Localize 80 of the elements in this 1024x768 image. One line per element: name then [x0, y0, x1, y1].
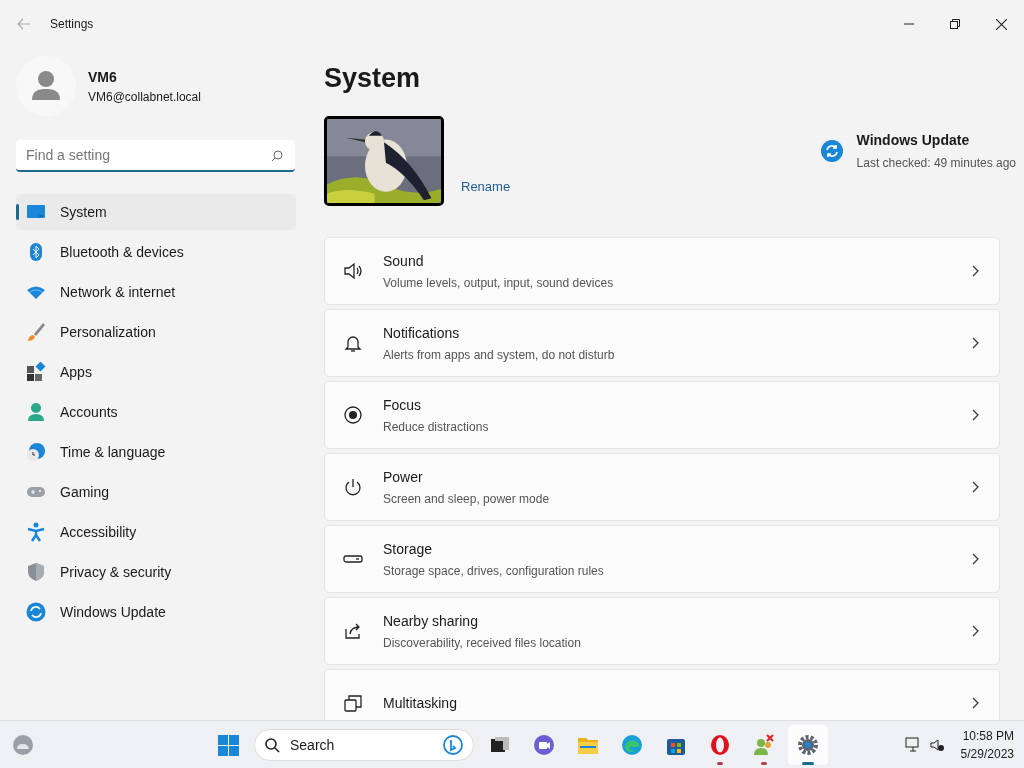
chat-icon — [532, 733, 556, 757]
update-status: Last checked: 49 minutes ago — [856, 155, 1016, 172]
update-title[interactable]: Windows Update — [856, 130, 1016, 151]
setting-description: Screen and sleep, power mode — [383, 490, 551, 508]
settings-card[interactable]: Nearby sharing Discoverability, received files location — [324, 597, 1000, 665]
setting-description: Reduce distractions — [383, 418, 490, 436]
sidebar-item[interactable]: Accessibility — [16, 514, 296, 550]
close-icon — [995, 18, 1007, 30]
taskbar-search[interactable]: Search — [254, 729, 474, 761]
clock-globe-icon — [26, 442, 46, 462]
clock-date[interactable]: 5/29/2023 — [960, 744, 1014, 763]
window-title: Settings — [50, 16, 94, 33]
bing-icon — [443, 735, 463, 755]
chevron-right-icon — [972, 625, 979, 637]
sidebar-item[interactable]: Accounts — [16, 394, 296, 430]
setting-title: Power — [383, 467, 424, 487]
user-email: VM6@collabnet.local — [88, 88, 201, 106]
user-name: VM6 — [88, 67, 118, 87]
sidebar-item[interactable]: Privacy & security — [16, 554, 296, 590]
browser-swirl-icon — [620, 733, 644, 757]
chevron-right-icon — [972, 481, 979, 493]
page-title: System — [324, 62, 422, 95]
shield-icon — [26, 562, 46, 582]
network-icon[interactable] — [904, 736, 921, 753]
sidebar-item[interactable]: Network & internet — [16, 274, 296, 310]
sidebar-item[interactable]: Apps — [16, 354, 296, 390]
setting-title: Storage — [383, 539, 434, 559]
setting-description: Discoverability, received files location — [383, 634, 582, 652]
settings-card[interactable]: Notifications Alerts from apps and system, do not disturb — [324, 309, 1000, 377]
setting-description: Storage space, drives, configuration rules — [383, 562, 605, 580]
weather-icon[interactable] — [11, 732, 35, 757]
windows-logo-icon — [216, 733, 240, 757]
chevron-right-icon — [972, 265, 979, 277]
chevron-right-icon — [972, 553, 979, 565]
chevron-right-icon — [972, 409, 979, 421]
restore-icon — [950, 19, 960, 29]
power-icon — [343, 477, 363, 497]
settings-card[interactable]: Focus Reduce distractions — [324, 381, 1000, 449]
taskbar-app[interactable] — [788, 725, 828, 765]
sidebar-item[interactable]: Windows Update — [16, 594, 296, 630]
search-label: Search — [290, 735, 336, 755]
sync-icon — [26, 602, 46, 622]
settings-card[interactable]: Storage Storage space, drives, configuration rules — [324, 525, 1000, 593]
clock-time[interactable]: 10:58 PM — [962, 726, 1014, 745]
person-icon — [26, 402, 46, 422]
windows-stack-icon — [343, 693, 363, 713]
bell-icon — [343, 333, 363, 353]
setting-title: Focus — [383, 395, 423, 415]
sidebar-item[interactable]: Gaming — [16, 474, 296, 510]
focus-icon — [343, 405, 363, 425]
people-icon — [752, 733, 776, 757]
chevron-right-icon — [972, 337, 979, 349]
selection-indicator — [16, 204, 19, 220]
share-icon — [343, 621, 363, 641]
muted-speaker-icon[interactable] — [928, 736, 945, 753]
accessibility-icon — [26, 522, 46, 542]
gear-icon — [796, 733, 820, 757]
apps-icon — [26, 362, 46, 382]
settings-card[interactable]: Power Screen and sleep, power mode — [324, 453, 1000, 521]
settings-card[interactable]: Sound Volume levels, output, input, sound devices — [324, 237, 1000, 305]
sidebar-item[interactable]: Personalization — [16, 314, 296, 350]
setting-title: Notifications — [383, 323, 461, 343]
ring-logo-icon — [708, 733, 732, 757]
search-icon — [265, 737, 280, 753]
paintbrush-icon — [26, 322, 46, 342]
setting-title: Nearby sharing — [383, 611, 479, 631]
setting-description: Volume levels, output, input, sound devices — [383, 274, 615, 292]
rename-link[interactable]: Rename — [461, 176, 511, 196]
setting-title: Multitasking — [383, 693, 458, 713]
chevron-right-icon — [972, 697, 979, 709]
setting-title: Sound — [383, 251, 425, 271]
search-field[interactable]: Find a setting — [16, 140, 295, 172]
sidebar-item[interactable]: Time & language — [16, 434, 296, 470]
sidebar-item[interactable]: System — [16, 194, 296, 230]
sync-icon — [820, 140, 843, 162]
sidebar-item[interactable]: Bluetooth & devices — [16, 234, 296, 270]
speaker-icon — [343, 261, 363, 281]
search-icon — [271, 150, 283, 162]
setting-description: Alerts from apps and system, do not disturb — [383, 346, 616, 364]
settings-card[interactable]: Multitasking — [324, 669, 1000, 720]
